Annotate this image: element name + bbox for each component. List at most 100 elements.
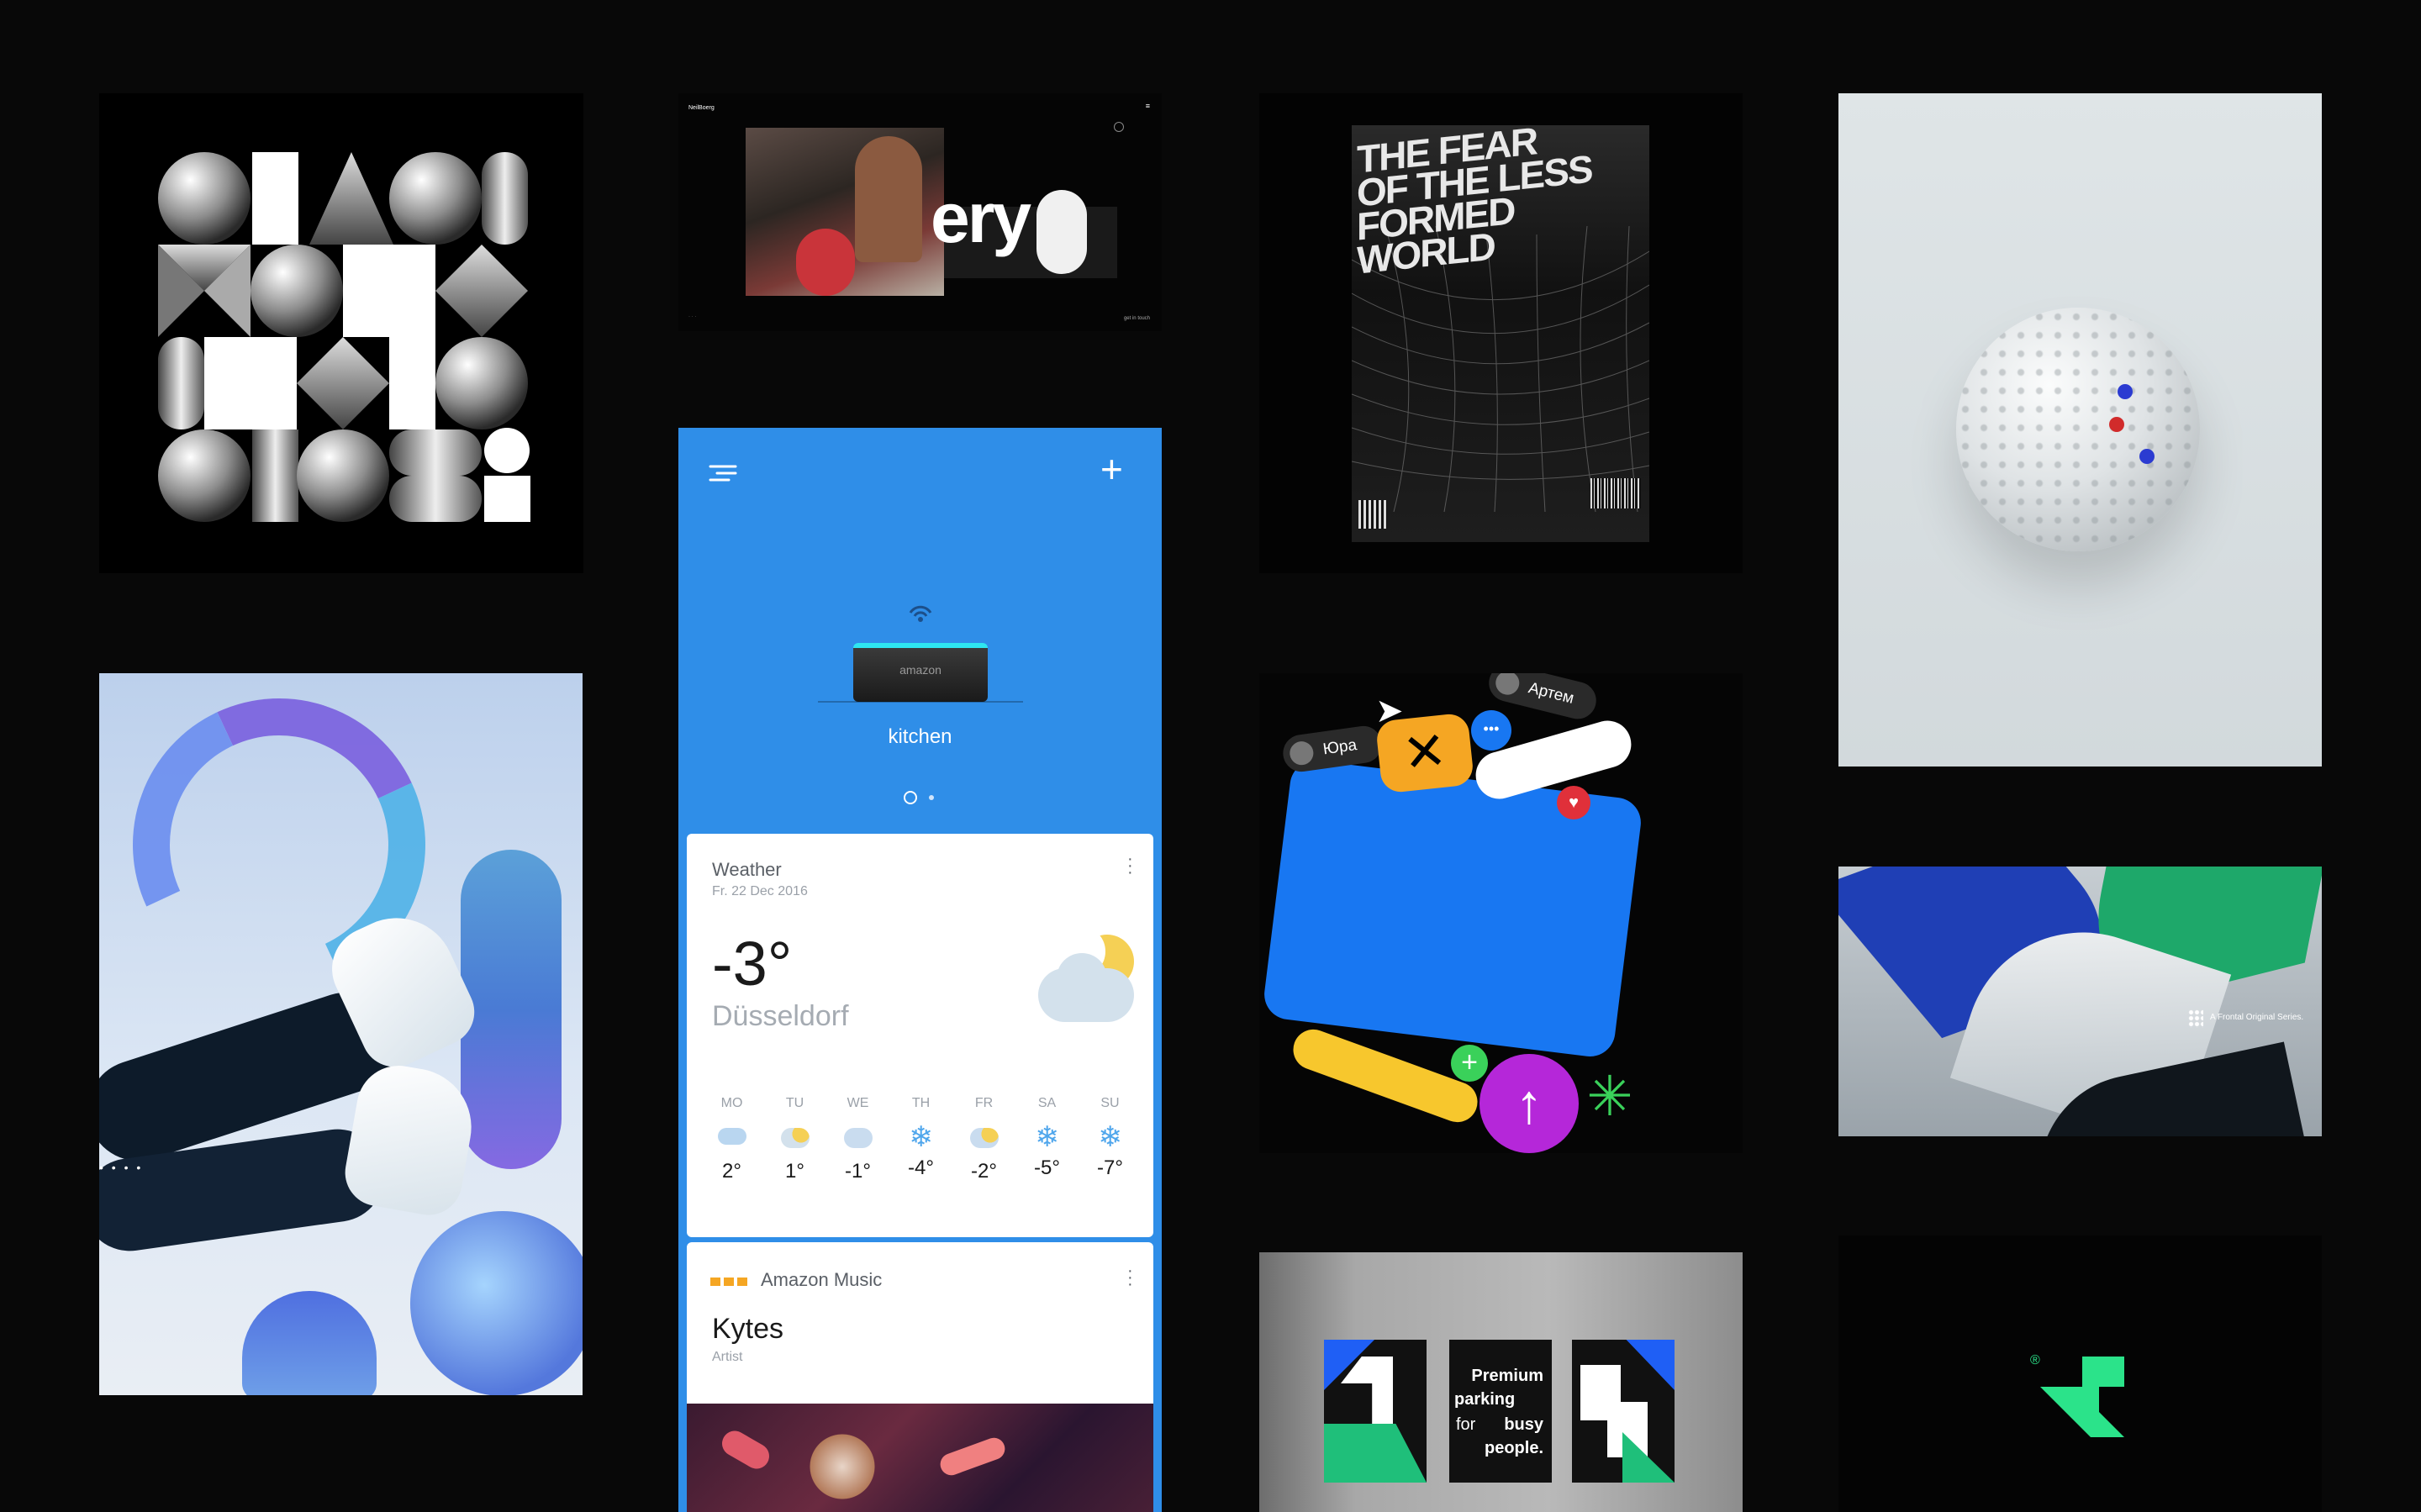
hero-brand-label: NeilBoerg [688, 105, 715, 111]
slide-indicator[interactable]: • • • • [99, 1161, 143, 1174]
sphere-render-tile[interactable] [1838, 93, 2322, 767]
artist-name: Kytes [712, 1313, 784, 1345]
weather-date: Fr. 22 Dec 2016 [712, 884, 808, 898]
poster-middle: Premium parking for busy people. [1449, 1340, 1552, 1483]
album-artwork[interactable] [687, 1404, 1153, 1512]
user-name: Юра [1321, 736, 1358, 759]
sphere-pattern [1956, 308, 2200, 551]
device-shadow-line [818, 701, 1023, 703]
add-device-icon[interactable]: + [1100, 446, 1123, 492]
snow-cloud-icon [843, 1128, 873, 1148]
upload-arrow-icon[interactable]: ↑ [1480, 1054, 1579, 1153]
user-avatar [1288, 740, 1316, 767]
music-more-icon[interactable]: · · · [1127, 1262, 1133, 1293]
forecast-day-label: TH [911, 1096, 931, 1110]
poster-right [1572, 1340, 1675, 1483]
user-name: Артем [1527, 679, 1576, 708]
device-brand-label: amazon [899, 663, 942, 677]
brand-logo-tile[interactable]: ® [1838, 1235, 2322, 1512]
registered-mark: ® [2030, 1353, 2040, 1367]
swirl-shape-bottom [410, 1211, 583, 1395]
hero-word: ery [931, 178, 1031, 257]
plus-badge-icon[interactable]: + [1451, 1045, 1488, 1082]
swirl-shape-right [461, 850, 562, 1169]
device-name: kitchen [888, 725, 952, 748]
forecast-day[interactable]: FR -2° [952, 1096, 1015, 1183]
forecast-day-label: SA [1037, 1096, 1057, 1110]
forecast-day[interactable]: SA ❄ -5° [1015, 1096, 1079, 1180]
fog-icon [717, 1128, 746, 1145]
city-name: Düsseldorf [712, 1000, 849, 1032]
hero-close-icon[interactable] [1114, 122, 1124, 132]
wifi-signal-icon [909, 605, 932, 622]
forecast-day[interactable]: WE -1° [826, 1096, 889, 1183]
forecast-temp: -5° [1034, 1156, 1060, 1179]
heart-icon[interactable]: ♥ [1557, 786, 1590, 819]
current-temperature: -3° [712, 929, 793, 998]
geometric-shapes-art [158, 152, 530, 522]
moon-cloud-icon [1038, 928, 1139, 1027]
hero-photo [746, 128, 944, 296]
forecast-temp: -1° [845, 1160, 871, 1183]
poster-tile[interactable]: THE FEAR OF THE LESS FORMED WORLD [1259, 93, 1743, 573]
parking-line-3: for [1456, 1415, 1476, 1434]
abstract-banner-tile[interactable]: A Frontal Original Series. [1838, 867, 2322, 1136]
geometric-shapes-tile[interactable] [99, 93, 583, 573]
forecast-temp: 2° [722, 1160, 741, 1183]
artist-subtitle: Artist [712, 1350, 743, 1364]
sneakers-campaign-tile[interactable]: • • • • [99, 673, 583, 1395]
forecast-day-label: TU [785, 1096, 804, 1110]
website-hero-tile[interactable]: NeilBoerg ≡ ery get in touch · · · [678, 93, 1162, 331]
poster-sheet: THE FEAR OF THE LESS FORMED WORLD [1352, 119, 1649, 542]
carousel-dot[interactable] [929, 795, 934, 800]
weather-title: Weather [712, 859, 782, 880]
snowflake-icon: ❄ [1098, 1121, 1122, 1153]
sparkle-icon: ✳ [1586, 1065, 1633, 1127]
echo-dot-device[interactable]: amazon [853, 643, 988, 702]
cursor-icon: ➤ [1375, 693, 1404, 730]
banner-caption: A Frontal Original Series. [2210, 1013, 2304, 1022]
blue-bead [2118, 384, 2133, 399]
forecast-temp: -4° [908, 1156, 934, 1179]
red-bead [2109, 417, 2124, 432]
menu-icon[interactable] [709, 463, 737, 483]
forecast-temp: 1° [785, 1160, 804, 1183]
forecast-day-label: MO [720, 1096, 743, 1110]
poster-qr-code [1358, 500, 1387, 529]
hero-pagination: · · · [688, 314, 697, 319]
hero-footer-right[interactable]: get in touch [1124, 316, 1150, 321]
amazon-music-logo-icon [710, 1278, 747, 1286]
sun-cloud-icon [780, 1128, 810, 1148]
forecast-day[interactable]: TH ❄ -4° [889, 1096, 952, 1180]
music-card[interactable]: Amazon Music · · · Kytes Artist [687, 1242, 1153, 1512]
poster-barcode [1590, 478, 1641, 508]
blue-bead-2 [2139, 449, 2155, 464]
parking-line-2: parking [1454, 1390, 1516, 1409]
parking-line-5: people. [1484, 1439, 1543, 1457]
smart-home-app-tile[interactable]: + amazon kitchen Weather Fr. 22 Dec 2016… [678, 428, 1162, 1512]
forecast-day[interactable]: TU 1° [763, 1096, 826, 1183]
hero-menu-icon[interactable]: ≡ [1146, 102, 1150, 110]
poster-headline: THE FEAR OF THE LESS FORMED WORLD [1357, 119, 1592, 282]
forecast-day-label: SU [1100, 1096, 1120, 1110]
forecast-day-label: WE [847, 1096, 869, 1110]
forecast-temp: -2° [971, 1160, 997, 1183]
carousel-dot-active[interactable] [904, 791, 917, 804]
social-chat-tile[interactable]: Юра Артем ✕ ••• ♥ + ↑ ✳ ➤ [1259, 673, 1743, 1153]
forecast-temp: -7° [1097, 1156, 1123, 1179]
snowflake-icon: ❄ [909, 1121, 933, 1153]
weather-card[interactable]: Weather Fr. 22 Dec 2016 · · · -3° Düsseldo… [687, 834, 1153, 1237]
weather-more-icon[interactable]: · · · [1127, 851, 1133, 881]
sun-snow-icon [969, 1128, 999, 1148]
swirl-shape-bottom-left [242, 1291, 377, 1395]
parking-posters-tile[interactable]: Premium parking for busy people. [1259, 1252, 1743, 1512]
user-avatar [1493, 673, 1522, 698]
parking-line-1: Premium [1471, 1367, 1543, 1385]
poster-left [1324, 1340, 1427, 1483]
music-source: Amazon Music [761, 1269, 883, 1290]
forecast-day[interactable]: SU ❄ -7° [1079, 1096, 1142, 1180]
forecast-day-label: FR [974, 1096, 994, 1110]
typing-indicator-icon: ••• [1471, 710, 1511, 751]
forecast-day[interactable]: MO 2° [700, 1096, 763, 1183]
forecast-row: MO 2° TU 1° WE -1° TH ❄ -4° FR -2° SA ❄ … [700, 1096, 1142, 1214]
